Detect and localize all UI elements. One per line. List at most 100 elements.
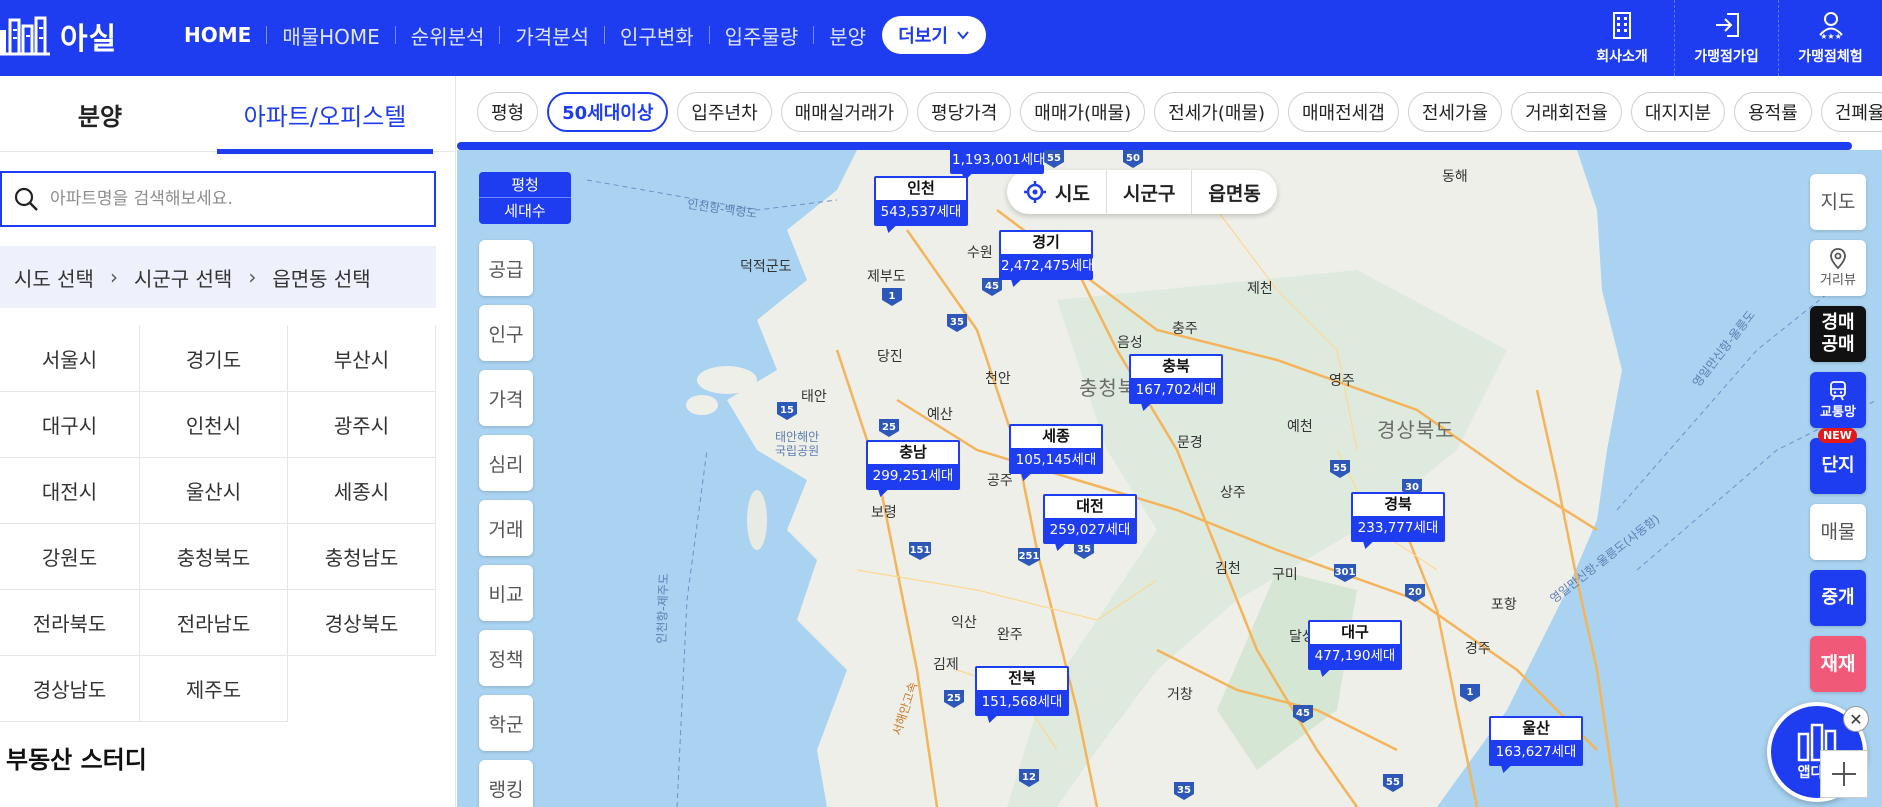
filter-chip-sale-jeonse-gap[interactable]: 매매전세갭 <box>1288 92 1399 132</box>
filter-chip-coverage-ratio[interactable]: 건폐율 <box>1820 92 1882 132</box>
svg-text:35: 35 <box>950 317 964 328</box>
search-icon <box>14 187 38 211</box>
broker-button[interactable]: 중개 <box>1810 570 1866 626</box>
map-button-population[interactable]: 인구 <box>479 305 533 361</box>
svg-text:25: 25 <box>947 693 961 704</box>
region-item[interactable]: 충청남도 <box>288 524 436 590</box>
region-marker-gyeongbuk[interactable]: 경북 233,777세대 <box>1351 492 1445 542</box>
region-marker-sejong[interactable]: 세종 105,145세대 <box>1009 424 1103 474</box>
region-marker-daegu[interactable]: 대구 477,190세대 <box>1308 620 1402 670</box>
region-marker-seoul[interactable]: 서울 1,193,001세대 <box>950 150 1046 174</box>
place-label: 동해 <box>1442 169 1468 185</box>
nav-presale[interactable]: 분양 <box>829 21 866 50</box>
region-marker-chungnam[interactable]: 충남 299,251세대 <box>866 440 960 490</box>
nav-listing-home[interactable]: 매물HOME <box>282 21 379 50</box>
login-icon <box>1715 13 1739 37</box>
region-item[interactable]: 대구시 <box>0 392 140 458</box>
filter-chip-sale-listing[interactable]: 매매가(매물) <box>1020 92 1146 132</box>
transit-network-button[interactable]: 교통망 <box>1810 372 1866 428</box>
filter-chip-turnover[interactable]: 거래회전율 <box>1511 92 1622 132</box>
region-item[interactable]: 서울시 <box>0 326 140 392</box>
region-marker-jeonbuk[interactable]: 전북 151,568세대 <box>975 666 1069 716</box>
logo[interactable]: 아실 <box>0 14 117 58</box>
chevron-right-icon: › <box>109 265 118 289</box>
region-item[interactable]: 광주시 <box>288 392 436 458</box>
region-item[interactable]: 울산시 <box>140 458 288 524</box>
redevelopment-button[interactable]: 재재 <box>1810 636 1866 692</box>
marker-household-count: 543,537세대 <box>876 200 966 224</box>
region-marker-gyeonggi[interactable]: 경기 2,472,475세대 <box>999 230 1095 280</box>
map-button-ranking[interactable]: 랭킹 <box>479 760 533 807</box>
map-button-sentiment[interactable]: 심리 <box>479 435 533 491</box>
region-item[interactable]: 제주도 <box>140 656 288 722</box>
region-marker-ulsan[interactable]: 울산 163,627세대 <box>1489 716 1583 766</box>
more-button[interactable]: 더보기 <box>882 16 987 54</box>
filter-chip-jeonse-listing[interactable]: 전세가(매물) <box>1154 92 1279 132</box>
filter-chip-50-households[interactable]: 50세대이상 <box>547 92 669 132</box>
franchise-trial-button[interactable]: ★★★ 가맹점체험 <box>1778 0 1882 76</box>
logo-buildings-icon <box>0 16 50 56</box>
filter-chip-sale-price[interactable]: 매매실거래가 <box>780 92 909 132</box>
region-item[interactable]: 강원도 <box>0 524 140 590</box>
marker-household-count: 151,568세대 <box>977 690 1067 714</box>
tab-presale[interactable]: 분양 <box>0 76 200 152</box>
svg-text:45: 45 <box>985 281 999 292</box>
map-button-school-district[interactable]: 학군 <box>479 695 533 751</box>
franchise-join-button[interactable]: 가맹점가입 <box>1674 0 1778 76</box>
region-item[interactable]: 충청북도 <box>140 524 288 590</box>
crumb-district[interactable]: 시군구 선택 <box>134 263 232 292</box>
household-count-badge[interactable]: 평청 세대수 <box>479 172 571 224</box>
filter-chip-price-per-pyeong[interactable]: 평당가격 <box>917 92 1012 132</box>
new-badge: NEW <box>1818 428 1857 444</box>
marker-household-count: 1,193,001세대 <box>952 150 1046 172</box>
region-item[interactable]: 세종시 <box>288 458 436 524</box>
zoom-in-button[interactable] <box>1820 750 1868 798</box>
region-marker-daejeon[interactable]: 대전 259,027세대 <box>1043 494 1137 544</box>
level-district[interactable]: 시군구 <box>1105 170 1191 214</box>
map-canvas[interactable]: 55 50 45 1 35 15 25 30 55 151 251 35 301… <box>457 150 1882 807</box>
filter-chip-land-share[interactable]: 대지지분 <box>1630 92 1726 132</box>
filter-chip-move-in-years[interactable]: 입주년차 <box>677 92 772 132</box>
nav-home[interactable]: HOME <box>184 23 251 47</box>
map-button-supply[interactable]: 공급 <box>479 240 533 296</box>
distance-view-label: 거리뷰 <box>1820 273 1856 289</box>
complex-button[interactable]: NEW 단지 <box>1810 428 1866 494</box>
listing-button[interactable]: 매물 <box>1810 504 1866 560</box>
search-input[interactable] <box>50 189 410 209</box>
place-label: 예산 <box>927 407 953 423</box>
region-item[interactable]: 대전시 <box>0 458 140 524</box>
region-item[interactable]: 경기도 <box>140 326 288 392</box>
map-button-compare[interactable]: 비교 <box>479 565 533 621</box>
filter-chip-floor-area-ratio[interactable]: 용적률 <box>1734 92 1812 132</box>
map-type-button[interactable]: 지도 <box>1810 174 1866 230</box>
nav-divider <box>266 26 268 44</box>
auction-button[interactable]: 경매 공매 <box>1810 306 1866 362</box>
filter-chip-area-size[interactable]: 평형 <box>477 92 539 132</box>
map-button-price[interactable]: 가격 <box>479 370 533 426</box>
close-icon[interactable]: ✕ <box>1843 706 1869 732</box>
crumb-town[interactable]: 읍면동 선택 <box>272 263 370 292</box>
nav-population-change[interactable]: 인구변화 <box>620 21 694 50</box>
nav-move-in-supply[interactable]: 입주물량 <box>725 21 799 50</box>
region-item[interactable]: 부산시 <box>288 326 436 392</box>
region-item[interactable]: 전라북도 <box>0 590 140 656</box>
level-province[interactable]: 시도 <box>1007 170 1106 214</box>
level-town[interactable]: 읍면동 <box>1191 170 1276 214</box>
nav-ranking-analysis[interactable]: 순위분석 <box>411 21 485 50</box>
tab-apartment-officetel[interactable]: 아파트/오피스텔 <box>217 76 433 154</box>
filter-chip-jeonse-ratio[interactable]: 전세가율 <box>1407 92 1503 132</box>
crumb-province[interactable]: 시도 선택 <box>14 263 94 292</box>
region-marker-incheon[interactable]: 인천 543,537세대 <box>874 176 968 226</box>
region-item[interactable]: 인천시 <box>140 392 288 458</box>
region-item[interactable]: 전라남도 <box>140 590 288 656</box>
distance-view-button[interactable]: 거리뷰 <box>1810 240 1866 296</box>
nav-price-analysis[interactable]: 가격분석 <box>515 21 589 50</box>
map-button-policy[interactable]: 정책 <box>479 630 533 686</box>
company-intro-button[interactable]: 회사소개 <box>1570 0 1674 76</box>
place-label: 김천 <box>1215 561 1241 577</box>
region-item[interactable]: 경상남도 <box>0 656 140 722</box>
filter-scrollbar[interactable] <box>457 142 1852 150</box>
region-marker-chungbuk[interactable]: 충북 167,702세대 <box>1129 354 1223 404</box>
region-item[interactable]: 경상북도 <box>288 590 436 656</box>
map-button-transactions[interactable]: 거래 <box>479 500 533 556</box>
